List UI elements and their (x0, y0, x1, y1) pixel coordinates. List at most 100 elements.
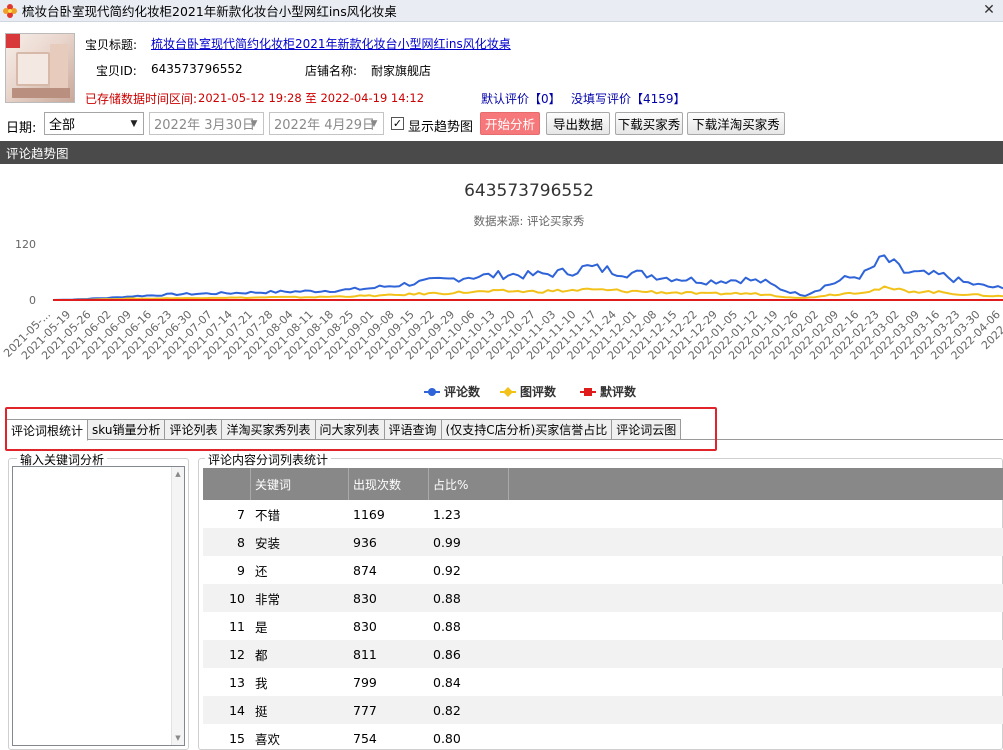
product-thumbnail (5, 33, 75, 103)
stored-range-value: 2021-05-12 19:28 至 2022-04-19 14:12 (198, 91, 425, 105)
date-range-value: 全部 (49, 118, 76, 133)
percent-cell: 0.84 (433, 674, 461, 690)
keyword-cell: 挺 (255, 703, 268, 719)
product-id-label: 宝贝ID: (96, 64, 137, 78)
show-trend-checkbox[interactable]: ✓ (391, 117, 404, 130)
keyword-cell: 还 (255, 563, 268, 579)
percent-cell: 0.86 (433, 646, 461, 662)
percent-cell: 0.88 (433, 590, 461, 606)
window-title: 梳妆台卧室现代简约化妆柜2021年新款化妆台小型网红ins风化妆桌 (22, 4, 397, 19)
download-buyer-show-button[interactable]: 下载买家秀 (615, 112, 683, 135)
table-row[interactable]: 7 不错 1169 1.23 (203, 500, 1003, 528)
close-icon[interactable]: ✕ (975, 0, 1003, 20)
table-body: 7 不错 1169 1.23 8 安装 936 0.99 9 还 874 0.92 10 非常 830 0.8… (203, 500, 1003, 750)
legend-label: 评论数 (444, 384, 481, 399)
chevron-down-icon: ▼ (370, 119, 378, 129)
row-number: 12 (229, 646, 245, 662)
product-id-value: 643573796552 (151, 62, 243, 76)
count-cell: 830 (353, 590, 377, 606)
keyword-cell: 不错 (255, 507, 281, 523)
review-trend-chart: 643573796552数据来源: 评论买家秀12002021-05-...20… (1, 181, 1003, 399)
chart-subtitle: 数据来源: 评论买家秀 (473, 214, 585, 228)
default-reviews-count: 默认评价【0】 (481, 92, 561, 106)
start-date-value: 2022年 3月30日 (154, 118, 256, 133)
row-number: 9 (237, 562, 245, 578)
shop-name-label: 店铺名称: (305, 64, 358, 78)
table-row[interactable]: 15 喜欢 754 0.80 (203, 724, 1003, 750)
chevron-down-icon: ▼ (130, 119, 138, 129)
table-row[interactable]: 12 都 811 0.86 (203, 640, 1003, 668)
row-number: 7 (237, 506, 245, 522)
keyword-cell: 是 (255, 619, 268, 635)
table-row[interactable]: 9 还 874 0.92 (203, 556, 1003, 584)
table-header: 关键词 出现次数 占比% (203, 468, 1003, 500)
keyword-input-scrollbar[interactable]: ▲ ▼ (171, 467, 184, 745)
keyword-cell: 都 (255, 647, 268, 663)
column-header-count[interactable]: 出现次数 (349, 468, 429, 500)
percent-cell: 1.23 (433, 506, 461, 522)
date-label: 日期: (6, 121, 37, 136)
keyword-cell: 安装 (255, 535, 281, 551)
column-header-percent[interactable]: 占比% (429, 468, 509, 500)
legend-label: 图评数 (520, 384, 557, 399)
count-cell: 754 (353, 730, 377, 746)
show-trend-label: 显示趋势图 (408, 120, 474, 135)
word-stats-title: 评论内容分词列表统计 (205, 451, 332, 468)
unwritten-reviews-count: 没填写评价【4159】 (571, 92, 686, 106)
start-analysis-button[interactable]: 开始分析 (480, 112, 540, 135)
count-cell: 874 (353, 562, 377, 578)
legend-marker (584, 388, 592, 396)
count-cell: 830 (353, 618, 377, 634)
y-tick-label: 120 (15, 238, 36, 251)
row-number-header (203, 468, 251, 500)
row-number: 14 (229, 702, 245, 718)
tabs-highlight-frame (5, 407, 717, 451)
keyword-cell: 喜欢 (255, 731, 281, 747)
date-range-select[interactable]: 全部 ▼ (44, 112, 144, 135)
start-date-picker[interactable]: 2022年 3月30日 ▼ (149, 112, 264, 135)
keyword-input-field[interactable]: ▲ ▼ (12, 466, 185, 746)
legend-marker (428, 388, 436, 396)
count-cell: 799 (353, 674, 377, 690)
column-header-keyword[interactable]: 关键词 (251, 468, 349, 500)
stored-range-label: 已存储数据时间区间: (85, 92, 198, 106)
count-cell: 1169 (353, 506, 385, 522)
export-data-button[interactable]: 导出数据 (546, 112, 610, 135)
scroll-down-icon[interactable]: ▼ (172, 731, 184, 745)
table-row[interactable]: 11 是 830 0.88 (203, 612, 1003, 640)
flower-icon (3, 3, 17, 18)
percent-cell: 0.80 (433, 730, 461, 746)
scroll-up-icon[interactable]: ▲ (172, 467, 184, 481)
row-number: 11 (229, 618, 245, 634)
chevron-down-icon: ▼ (250, 119, 258, 129)
table-row[interactable]: 13 我 799 0.84 (203, 668, 1003, 696)
percent-cell: 0.88 (433, 618, 461, 634)
row-number: 13 (229, 674, 245, 690)
trend-section-title: 评论趋势图 (6, 146, 69, 161)
row-number: 10 (229, 590, 245, 606)
title-bar: 梳妆台卧室现代简约化妆柜2021年新款化妆台小型网红ins风化妆桌 ✕ (0, 0, 1003, 22)
count-cell: 777 (353, 702, 377, 718)
end-date-picker[interactable]: 2022年 4月29日 ▼ (269, 112, 384, 135)
y-tick-label: 0 (29, 294, 36, 307)
legend-label: 默评数 (600, 384, 637, 399)
row-number: 15 (229, 730, 245, 746)
shop-name-value: 耐家旗舰店 (371, 64, 432, 78)
table-row[interactable]: 8 安装 936 0.99 (203, 528, 1003, 556)
count-cell: 811 (353, 646, 377, 662)
table-row[interactable]: 14 挺 777 0.82 (203, 696, 1003, 724)
chart-title: 643573796552 (464, 181, 594, 201)
keyword-cell: 非常 (255, 591, 281, 607)
table-row[interactable]: 10 非常 830 0.88 (203, 584, 1003, 612)
word-stats-table: 关键词 出现次数 占比% 7 不错 1169 1.23 8 安装 936 0.99 9 还 874 0… (203, 468, 1003, 750)
percent-cell: 0.92 (433, 562, 461, 578)
app-window: 梳妆台卧室现代简约化妆柜2021年新款化妆台小型网红ins风化妆桌 ✕ 宝贝标题… (0, 0, 1003, 750)
product-title-link[interactable]: 梳妆台卧室现代简约化妆柜2021年新款化妆台小型网红ins风化妆桌 (151, 35, 511, 52)
row-number: 8 (237, 534, 245, 550)
percent-cell: 0.82 (433, 702, 461, 718)
count-cell: 936 (353, 534, 377, 550)
trend-section-header: 评论趋势图 (0, 141, 1003, 164)
download-overseas-show-button[interactable]: 下载洋淘买家秀 (687, 112, 785, 135)
product-title-label: 宝贝标题: (85, 38, 138, 52)
percent-cell: 0.99 (433, 534, 461, 550)
